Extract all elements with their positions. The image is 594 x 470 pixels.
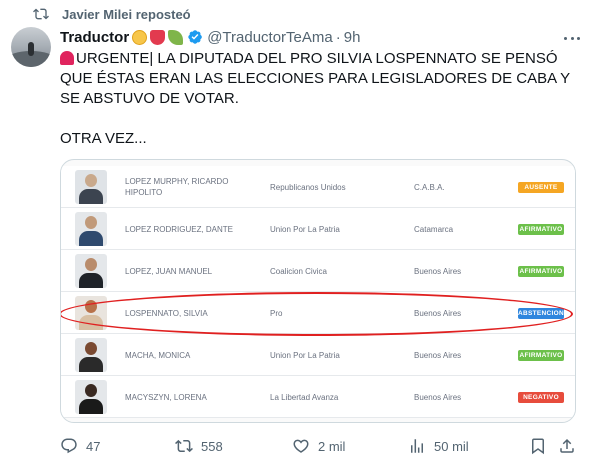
table-row: LOPEZ MURPHY, RICARDO HIPOLITO Republica…	[61, 166, 575, 208]
avatar[interactable]	[11, 27, 51, 67]
deputy-photo	[75, 254, 107, 288]
verified-badge-icon	[188, 30, 203, 44]
deputy-photo	[75, 380, 107, 414]
table-row: LOPEZ, JUAN MANUEL Coalicion Civica Buen…	[61, 250, 575, 292]
tweet-header: Traductor @TraductorTeAma · 9h	[60, 27, 360, 47]
deputy-district: Catamarca	[414, 224, 454, 234]
highlight-circle	[61, 292, 573, 336]
deputy-district: Buenos Aires	[414, 350, 462, 360]
deputy-district: C.A.B.A.	[414, 182, 445, 192]
table-row: MACYSZYN, LORENA La Libertad Avanza Buen…	[61, 376, 575, 418]
deputy-name: MACHA, MONICA	[125, 350, 191, 360]
deputy-party: La Libertad Avanza	[270, 392, 339, 402]
vote-badge: AFIRMATIVO	[518, 224, 564, 235]
views-count: 50 mil	[434, 438, 469, 454]
repost-icon	[175, 439, 193, 453]
deputy-district: Buenos Aires	[414, 266, 462, 276]
heart-icon	[293, 439, 309, 453]
tweet-text: URGENTE| LA DIPUTADA DEL PRO SILVIA LOSP…	[60, 49, 575, 149]
author-handle[interactable]: @TraductorTeAma	[207, 29, 333, 46]
deputy-name: MACYSZYN, LORENA	[125, 392, 207, 402]
share-button[interactable]	[558, 436, 584, 456]
share-icon	[560, 438, 574, 453]
deputy-party: Union Por La Patria	[270, 350, 340, 360]
repost-icon	[33, 8, 49, 20]
repost-text: Javier Milei reposteó	[62, 6, 191, 22]
emoji-icon	[132, 29, 148, 45]
hearts-emoji-icon	[150, 29, 166, 45]
author-name[interactable]: Traductor	[60, 29, 129, 46]
deputy-party: Coalicion Civica	[270, 266, 327, 276]
action-bar: 47 558 2 mil 50 mil	[0, 432, 594, 460]
bookmark-button[interactable]	[529, 436, 555, 456]
more-options-icon[interactable]	[562, 30, 582, 46]
table-row: LOPEZ RODRIGUEZ, DANTE Union Por La Patr…	[61, 208, 575, 250]
deputy-name: LOPEZ MURPHY, RICARDO HIPOLITO	[125, 177, 229, 197]
like-count: 2 mil	[318, 438, 346, 454]
tweet-line-1: URGENTE| LA DIPUTADA DEL PRO SILVIA LOSP…	[60, 50, 570, 107]
views-button[interactable]: 50 mil	[408, 436, 469, 456]
deputy-district: Buenos Aires	[414, 392, 462, 402]
bouquet-emoji-icon	[168, 29, 184, 45]
tweet-line-2: OTRA VEZ...	[60, 130, 147, 147]
deputy-photo	[75, 212, 107, 246]
vote-badge: NEGATIVO	[518, 392, 564, 403]
like-button[interactable]: 2 mil	[292, 436, 345, 456]
tweet-time[interactable]: 9h	[344, 29, 361, 46]
deputy-name: LOPEZ, JUAN MANUEL	[125, 266, 213, 276]
deputy-party: Union Por La Patria	[270, 224, 340, 234]
reply-button[interactable]: 47	[60, 436, 100, 456]
deputy-photo	[75, 338, 107, 372]
vote-badge: AUSENTE	[518, 182, 564, 193]
separator-dot: ·	[335, 28, 341, 46]
repost-count: 558	[201, 438, 223, 454]
deputy-name: LOPEZ RODRIGUEZ, DANTE	[125, 224, 234, 234]
vote-badge: AFIRMATIVO	[518, 266, 564, 277]
tweet-media-image[interactable]: LOPEZ MURPHY, RICARDO HIPOLITO Republica…	[60, 159, 576, 423]
reply-count: 47	[86, 438, 101, 454]
table-row: MACHA, MONICA Union Por La Patria Buenos…	[61, 334, 575, 376]
deputy-photo	[75, 170, 107, 204]
views-icon	[411, 439, 423, 453]
repost-context[interactable]: Javier Milei reposteó	[33, 5, 191, 23]
vote-badge: AFIRMATIVO	[518, 350, 564, 361]
repost-button[interactable]: 558	[175, 436, 223, 456]
siren-emoji-icon	[60, 51, 74, 65]
bookmark-icon	[532, 438, 544, 455]
reply-icon	[61, 438, 77, 454]
deputy-party: Republicanos Unidos	[270, 182, 346, 192]
